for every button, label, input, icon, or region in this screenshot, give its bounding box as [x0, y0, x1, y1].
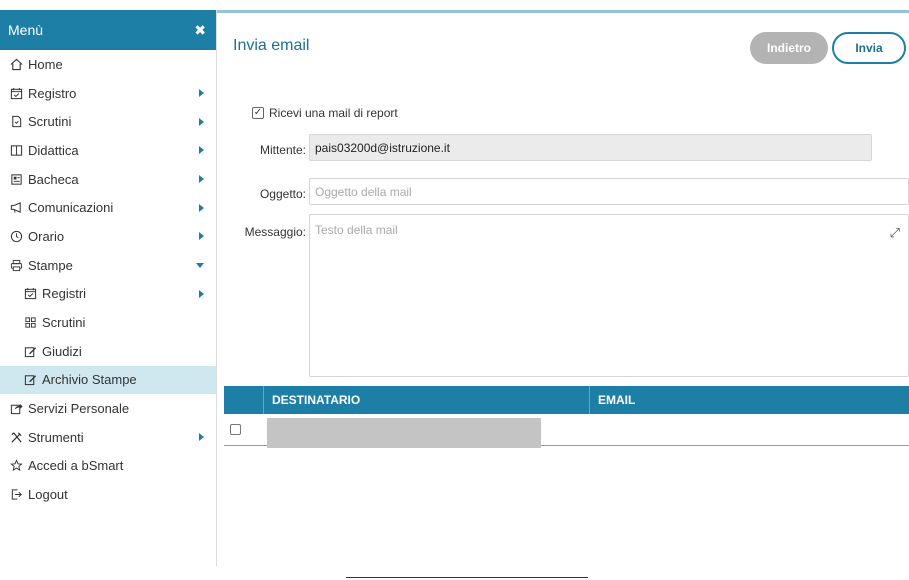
subject-label: Oggetto: — [259, 187, 306, 201]
sidebar-item-label: Strumenti — [28, 429, 84, 445]
menu-title: Menù — [8, 22, 44, 38]
message-label: Messaggio: — [244, 225, 306, 239]
sidebar-item-registri[interactable]: Registri — [0, 280, 216, 309]
clock-icon — [8, 228, 24, 244]
sender-label: Mittente: — [259, 143, 306, 157]
sidebar-item-label: Registro — [28, 85, 77, 101]
sidebar-item-label: Servizi Personale — [28, 401, 130, 417]
printer-icon — [8, 257, 24, 273]
sidebar-item-label: Archivio Stampe — [42, 372, 137, 388]
column-header-recipient[interactable]: DESTINATARIO — [264, 386, 590, 414]
sidebar-item-label: Logout — [28, 487, 68, 503]
document-icon — [8, 114, 24, 130]
sidebar-item-label: Home — [28, 56, 63, 72]
chevron-right-icon — [199, 117, 204, 126]
chevron-right-icon — [199, 89, 204, 98]
grid-icon — [22, 315, 38, 331]
edit-icon — [22, 343, 38, 359]
sender-field: pais03200d@istruzione.it — [309, 134, 872, 161]
sidebar-item-bsmart[interactable]: Accedi a bSmart — [0, 452, 216, 481]
chevron-right-icon — [199, 146, 204, 155]
sidebar-item-registro[interactable]: Registro — [0, 79, 216, 108]
sidebar-item-scrutini-stampe[interactable]: Scrutini — [0, 308, 216, 337]
top-accent-line — [217, 10, 909, 13]
sidebar-item-stampe[interactable]: Stampe — [0, 251, 216, 280]
sidebar-item-home[interactable]: Home — [0, 50, 216, 79]
table-row — [224, 414, 909, 448]
star-icon — [8, 458, 24, 474]
close-icon[interactable]: ✖ — [194, 22, 206, 39]
megaphone-icon — [8, 200, 24, 216]
sidebar-item-label: Orario — [28, 228, 65, 244]
chevron-right-icon — [199, 203, 204, 212]
page-title: Invia email — [233, 37, 310, 54]
sidebar-item-label: Comunicazioni — [28, 200, 114, 216]
sidebar-item-label: Registri — [42, 286, 87, 302]
send-button[interactable]: Invia — [832, 32, 906, 64]
calendar-check-icon — [8, 85, 24, 101]
subject-input[interactable]: Oggetto della mail — [309, 178, 909, 205]
sidebar-item-bacheca[interactable]: Bacheca — [0, 165, 216, 194]
sidebar-item-scrutini[interactable]: Scrutini — [0, 107, 216, 136]
sidebar-item-label: Scrutini — [28, 114, 72, 130]
sidebar-item-strumenti[interactable]: Strumenti — [0, 423, 216, 452]
chevron-right-icon — [199, 232, 204, 241]
book-icon — [8, 142, 24, 158]
sidebar-item-label: Bacheca — [28, 171, 79, 187]
sidebar-item-label: Accedi a bSmart — [28, 458, 124, 474]
chevron-right-icon — [199, 175, 204, 184]
sidebar: Menù ✖ Home Registro Scrutini Didattica … — [0, 10, 217, 566]
sidebar-item-label: Giudizi — [42, 343, 82, 359]
checkbox-checked-icon[interactable]: ✓ — [252, 107, 264, 119]
sidebar-item-archivio-stampe[interactable]: Archivio Stampe — [0, 365, 216, 395]
tools-icon — [8, 429, 24, 445]
sidebar-item-comunicazioni[interactable]: Comunicazioni — [0, 193, 216, 222]
select-column-header — [224, 386, 264, 414]
row-checkbox[interactable] — [230, 424, 241, 435]
calendar-check-icon — [22, 286, 38, 302]
share-icon — [8, 401, 24, 417]
column-header-email[interactable]: EMAIL — [590, 393, 635, 407]
redacted-recipient — [267, 418, 541, 448]
recipients-table-header: DESTINATARIO EMAIL — [224, 386, 909, 414]
report-label: Ricevi una mail di report — [269, 106, 398, 120]
chevron-down-icon — [196, 262, 204, 268]
message-textarea[interactable]: Testo della mail ⤢ — [309, 214, 909, 377]
sidebar-item-label: Didattica — [28, 142, 79, 158]
sidebar-item-logout[interactable]: Logout — [0, 480, 216, 509]
sidebar-item-orario[interactable]: Orario — [0, 222, 216, 251]
logout-icon — [8, 487, 24, 503]
message-placeholder: Testo della mail — [315, 223, 398, 237]
newspaper-icon — [8, 171, 24, 187]
expand-icon[interactable]: ⤢ — [890, 225, 900, 241]
sidebar-item-label: Stampe — [28, 257, 73, 273]
sidebar-item-servizi-personale[interactable]: Servizi Personale — [0, 394, 216, 423]
sidebar-item-giudizi[interactable]: Giudizi — [0, 337, 216, 366]
home-icon — [8, 56, 24, 72]
divider — [346, 577, 588, 578]
sidebar-item-label: Scrutini — [42, 315, 86, 331]
sidebar-item-didattica[interactable]: Didattica — [0, 136, 216, 165]
menu-header: Menù ✖ — [0, 10, 216, 50]
chevron-right-icon — [199, 289, 204, 298]
back-button[interactable]: Indietro — [750, 32, 828, 64]
chevron-right-icon — [199, 433, 204, 442]
edit-icon — [22, 372, 38, 388]
report-checkbox-row[interactable]: ✓ Ricevi una mail di report — [252, 106, 398, 120]
